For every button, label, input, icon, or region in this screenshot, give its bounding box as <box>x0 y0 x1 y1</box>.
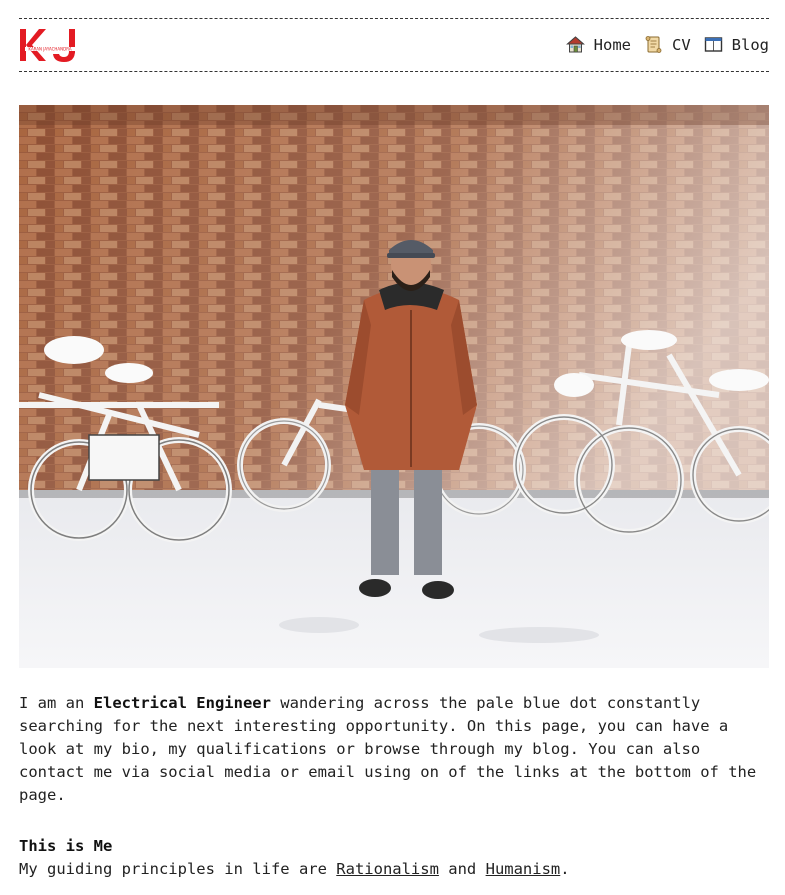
nav-blog-label: Blog <box>731 35 769 54</box>
site-header: KARAN JAYACHANDRA Home CV Blog <box>19 18 769 72</box>
principles-suffix: . <box>560 860 570 878</box>
logo-name: KARAN JAYACHANDRA <box>28 47 71 52</box>
rationalism-link[interactable]: Rationalism <box>336 860 439 878</box>
nav-home[interactable]: Home <box>565 35 631 54</box>
nav-cv[interactable]: CV <box>644 35 691 54</box>
nav-cv-label: CV <box>672 35 691 54</box>
hero-photo <box>19 105 769 668</box>
humanism-link[interactable]: Humanism <box>486 860 561 878</box>
about-heading: This is Me <box>19 837 113 855</box>
hero-illustration <box>19 105 769 668</box>
intro-prefix: I am an <box>19 694 94 712</box>
site-logo[interactable]: KARAN JAYACHANDRA <box>19 27 81 65</box>
main-nav: Home CV Blog <box>553 35 769 54</box>
intro-role: Electrical Engineer <box>93 694 271 712</box>
scroll-icon <box>645 36 662 53</box>
nav-blog[interactable]: Blog <box>704 35 769 54</box>
house-icon <box>565 36 585 53</box>
intro-paragraph: I am an Electrical Engineer wandering ac… <box>19 692 771 807</box>
principles-prefix: My guiding principles in life are <box>19 860 337 878</box>
principles-conjunction: and <box>438 860 486 878</box>
principles-line: My guiding principles in life are Ration… <box>19 858 570 881</box>
nav-home-label: Home <box>593 35 631 54</box>
book-icon <box>704 37 722 52</box>
